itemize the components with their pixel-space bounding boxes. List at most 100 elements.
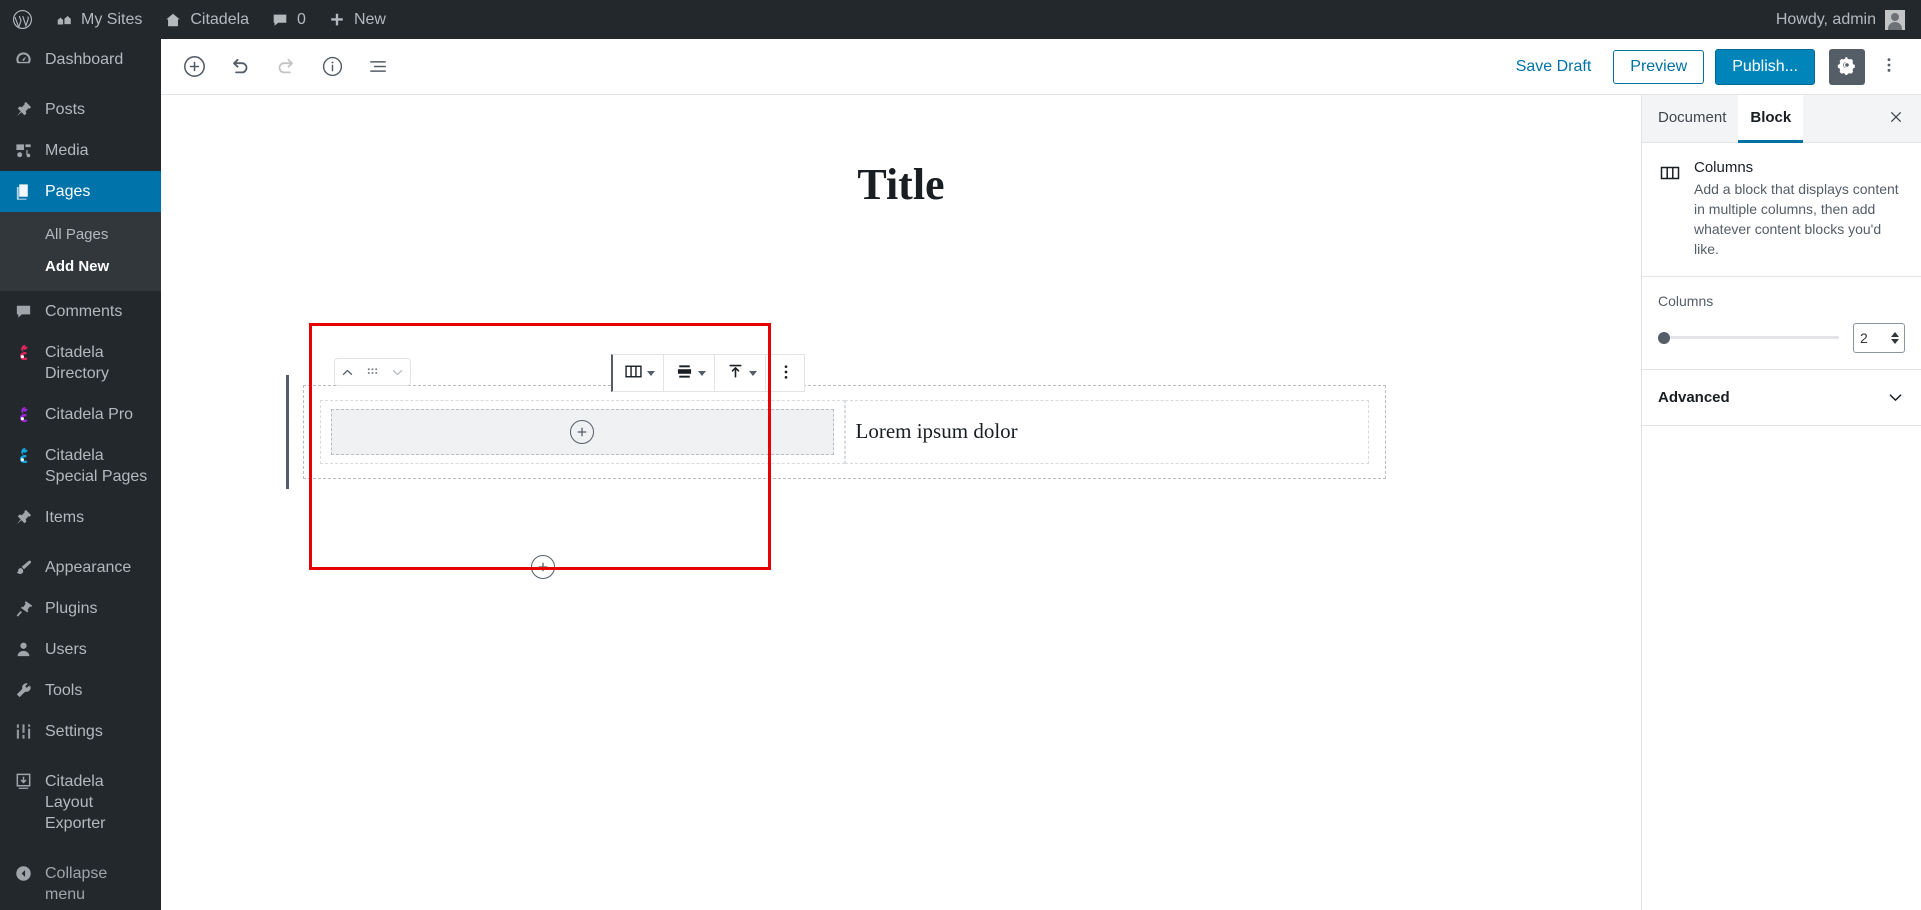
- vertical-align-top-icon: [725, 361, 746, 385]
- admin-bar-item-new[interactable]: New: [317, 0, 397, 39]
- tab-block[interactable]: Block: [1738, 94, 1804, 143]
- sidebar-item-plugins[interactable]: Plugins: [0, 588, 161, 629]
- admin-sidebar-menu: Dashboard Posts Media Pages All Pages Ad…: [0, 39, 161, 910]
- sidebar-item-citadela-special-pages[interactable]: Citadela Special Pages: [0, 435, 161, 497]
- media-icon: [12, 140, 34, 161]
- spinner-up-icon[interactable]: [1891, 331, 1899, 337]
- sidebar-item-settings[interactable]: Settings: [0, 711, 161, 752]
- content-info-button[interactable]: [309, 44, 355, 90]
- sidebar-label-comments: Comments: [45, 303, 123, 320]
- columns-range-slider[interactable]: [1658, 331, 1839, 344]
- sidebar-item-add-new[interactable]: Add New: [0, 251, 161, 283]
- column-paragraph-text[interactable]: Lorem ipsum dolor: [856, 417, 1018, 446]
- publish-button[interactable]: Publish...: [1715, 48, 1815, 85]
- save-draft-button[interactable]: Save Draft: [1502, 52, 1606, 82]
- column-block-appender[interactable]: [331, 409, 834, 455]
- user-icon: [12, 639, 34, 660]
- column-block-1[interactable]: [320, 400, 845, 464]
- column-block-2[interactable]: Lorem ipsum dolor: [844, 400, 1369, 464]
- preview-button[interactable]: Preview: [1613, 49, 1705, 84]
- editor-header-right-actions: Save Draft Preview Publish...: [1502, 48, 1921, 85]
- vertical-align-button[interactable]: [721, 356, 761, 390]
- comment-bubble-icon: [271, 11, 289, 29]
- undo-button[interactable]: [217, 44, 263, 90]
- sidebar-item-citadela-layout-exporter[interactable]: Citadela Layout Exporter: [0, 761, 161, 844]
- columns-inner-container: Lorem ipsum dolor: [303, 385, 1386, 479]
- sidebar-item-items[interactable]: Items: [0, 497, 161, 538]
- advanced-panel-label: Advanced: [1658, 388, 1730, 406]
- sidebar-item-media[interactable]: Media: [0, 130, 161, 171]
- block-type-group: [613, 355, 664, 391]
- columns-range-thumb[interactable]: [1658, 331, 1670, 344]
- default-block-appender[interactable]: [531, 555, 555, 579]
- block-more-options-button[interactable]: [772, 356, 800, 390]
- close-sidebar-button[interactable]: [1881, 104, 1911, 134]
- more-tools-options-button[interactable]: [1871, 49, 1907, 85]
- sidebar-label-citadela-directory: Citadela Directory: [45, 344, 110, 382]
- admin-bar-label-site-name: Citadela: [190, 10, 250, 28]
- chevron-down-icon: [749, 370, 757, 376]
- sidebar-label-posts: Posts: [45, 101, 86, 118]
- advanced-panel-toggle[interactable]: Advanced: [1642, 370, 1921, 426]
- plus-icon: [328, 11, 346, 29]
- admin-bar-comment-count: 0: [297, 10, 306, 28]
- sidebar-item-citadela-pro[interactable]: Citadela Pro: [0, 394, 161, 435]
- sidebar-label-collapse-menu: Collapse menu: [45, 865, 108, 903]
- columns-count-controls: [1658, 322, 1905, 353]
- admin-bar-item-my-sites[interactable]: My Sites: [44, 0, 153, 39]
- sidebar-item-pages[interactable]: Pages: [0, 171, 161, 212]
- sidebar-item-appearance[interactable]: Appearance: [0, 547, 161, 588]
- move-block-down-button[interactable]: [385, 359, 410, 385]
- admin-bar-item-comments[interactable]: 0: [260, 0, 317, 39]
- sidebar-separator: [0, 752, 161, 761]
- editor-canvas: Title Lorem ipsum dolor: [161, 95, 1641, 910]
- dashboard-icon: [12, 49, 34, 70]
- admin-bar-item-site-name[interactable]: Citadela: [153, 0, 260, 39]
- sidebar-label-tools: Tools: [45, 682, 83, 699]
- wordpress-logo-icon: [12, 9, 33, 30]
- columns-count-label: Columns: [1658, 292, 1714, 309]
- sidebar-item-dashboard[interactable]: Dashboard: [0, 39, 161, 80]
- plus-circle-icon: [570, 420, 595, 444]
- sidebar-label-pages: Pages: [45, 183, 91, 200]
- columns-number-field[interactable]: [1853, 322, 1905, 353]
- columns-block[interactable]: Lorem ipsum dolor: [286, 375, 1386, 489]
- block-info-description: Add a block that displays content in mul…: [1694, 181, 1899, 257]
- sidebar-item-comments[interactable]: Comments: [0, 291, 161, 332]
- wrench-icon: [12, 680, 34, 701]
- block-navigation-button[interactable]: [355, 44, 401, 90]
- change-alignment-button[interactable]: [670, 356, 710, 390]
- kebab-menu-icon: [1879, 55, 1899, 78]
- drag-handle-icon[interactable]: [360, 359, 385, 385]
- sidebar-label-items: Items: [45, 509, 85, 526]
- sidebar-item-collapse-menu[interactable]: Collapse menu: [0, 853, 161, 910]
- admin-bar-howdy-label: Howdy, admin: [1775, 10, 1876, 28]
- sidebar-label-users: Users: [45, 641, 87, 658]
- sidebar-item-all-pages[interactable]: All Pages: [0, 219, 161, 251]
- align-icon: [674, 361, 695, 385]
- wordpress-logo-button[interactable]: [0, 0, 44, 39]
- alignment-group: [664, 355, 715, 391]
- block-type-columns-button[interactable]: [619, 356, 659, 390]
- redo-button[interactable]: [263, 44, 309, 90]
- kebab-menu-icon: [776, 362, 796, 385]
- pages-icon: [12, 181, 34, 202]
- block-settings-sidebar: Document Block Columns Add a block that …: [1641, 94, 1921, 910]
- move-block-up-button[interactable]: [335, 359, 360, 385]
- sidebar-item-users[interactable]: Users: [0, 629, 161, 670]
- tab-document[interactable]: Document: [1646, 95, 1738, 143]
- page-title[interactable]: Title: [161, 163, 1641, 207]
- sidebar-separator: [0, 80, 161, 89]
- sidebar-item-posts[interactable]: Posts: [0, 89, 161, 130]
- sidebar-label-appearance: Appearance: [45, 559, 132, 576]
- spinner-down-icon[interactable]: [1891, 338, 1899, 344]
- avatar: [1885, 9, 1905, 30]
- columns-number-input[interactable]: [1854, 328, 1884, 347]
- sidebar-item-citadela-directory[interactable]: Citadela Directory: [0, 332, 161, 394]
- sidebar-separator: [0, 538, 161, 547]
- add-block-button[interactable]: [171, 44, 217, 90]
- admin-bar-item-account[interactable]: Howdy, admin: [1765, 0, 1921, 39]
- settings-toggle-button[interactable]: [1829, 48, 1865, 85]
- sidebar-label-citadela-layout-exporter: Citadela Layout Exporter: [45, 773, 106, 832]
- sidebar-item-tools[interactable]: Tools: [0, 670, 161, 711]
